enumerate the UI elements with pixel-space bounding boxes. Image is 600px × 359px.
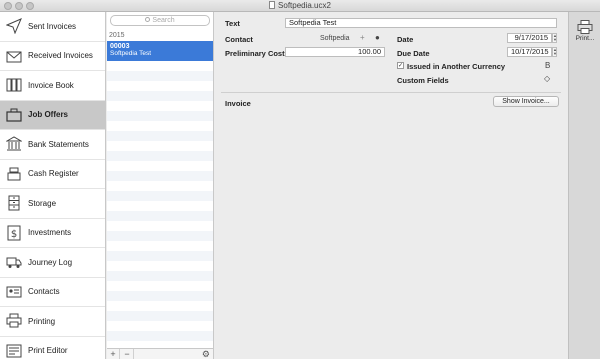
sidebar: Sent Invoices Received Invoices Invoice … [0, 12, 106, 359]
show-invoice-button[interactable]: Show Invoice... [493, 96, 559, 107]
date-label: Date [397, 35, 414, 44]
sidebar-item-job-offers[interactable]: Job Offers [0, 100, 105, 130]
list-item [107, 121, 213, 131]
cabinet-icon [6, 195, 22, 211]
list-footer: + − ⚙ [107, 348, 213, 359]
print-button[interactable]: Print... [571, 20, 599, 42]
selected-list-item[interactable]: 00003 Softpedia Test [107, 41, 213, 61]
date-field[interactable]: 9/17/2015 [507, 33, 552, 43]
issued-currency-checkbox[interactable]: ✓ [397, 62, 404, 69]
dollar-icon: $ [6, 225, 22, 241]
printer-icon [6, 313, 22, 329]
title-bar: Softpedia.ucx2 [0, 0, 600, 12]
sidebar-item-received-invoices[interactable]: Received Invoices [0, 42, 105, 71]
list-item [107, 111, 213, 121]
sidebar-item-investments[interactable]: $ Investments [0, 219, 105, 248]
list-item [107, 151, 213, 161]
custom-fields-label: Custom Fields [397, 76, 449, 85]
bank-icon [6, 136, 22, 152]
list-item [107, 71, 213, 81]
list-item [107, 221, 213, 231]
sidebar-item-cash-register[interactable]: Cash Register [0, 160, 105, 189]
list-item [107, 251, 213, 261]
due-date-field[interactable]: 10/17/2015 [507, 47, 552, 57]
due-date-label: Due Date [397, 49, 430, 58]
add-button[interactable]: + [107, 349, 120, 359]
sidebar-item-contacts[interactable]: Contacts [0, 278, 105, 307]
gear-icon[interactable]: ⚙ [202, 349, 210, 359]
sidebar-item-bank-statements[interactable]: Bank Statements [0, 130, 105, 160]
remove-button[interactable]: − [121, 349, 134, 359]
add-contact-icon[interactable]: + [360, 33, 365, 42]
list-item [107, 191, 213, 201]
list-item [107, 81, 213, 91]
sidebar-item-invoice-book[interactable]: Invoice Book [0, 71, 105, 101]
sidebar-item-printing[interactable]: Printing [0, 307, 105, 337]
offer-number: 00003 [110, 43, 130, 50]
sidebar-item-journey-log[interactable]: Journey Log [0, 248, 105, 278]
list-item [107, 271, 213, 281]
book-icon [6, 77, 22, 93]
cash-register-icon [6, 166, 22, 182]
list-item [107, 101, 213, 111]
printer-icon [571, 20, 599, 34]
issued-currency-label: Issued in Another Currency [407, 62, 506, 71]
sidebar-item-storage[interactable]: Storage [0, 189, 105, 219]
list-item [107, 161, 213, 171]
list-item [107, 321, 213, 331]
sidebar-item-sent-invoices[interactable]: Sent Invoices [0, 12, 105, 42]
list-item [107, 131, 213, 141]
search-input[interactable]: Search [110, 15, 210, 26]
list-item [107, 181, 213, 191]
list-item [107, 261, 213, 271]
svg-text:$: $ [11, 229, 17, 240]
print-editor-icon [6, 343, 22, 359]
list-item [107, 61, 213, 71]
contact-value: Softpedia [320, 35, 350, 42]
invoice-label: Invoice [225, 99, 251, 108]
envelope-icon [6, 48, 22, 64]
contact-label: Contact [225, 35, 253, 44]
window-title: Softpedia.ucx2 [0, 1, 600, 10]
list-item [107, 141, 213, 151]
tag-icon[interactable]: ◇ [544, 74, 550, 83]
document-icon [269, 1, 276, 9]
currency-icon[interactable]: B [545, 61, 550, 70]
sidebar-item-print-editor[interactable]: Print Editor [0, 337, 105, 359]
briefcase-icon [6, 107, 22, 123]
year-group-header: 2015 [109, 32, 125, 39]
person-icon[interactable]: ● [375, 33, 380, 42]
text-field[interactable]: Softpedia Test [285, 18, 557, 28]
list-item [107, 301, 213, 311]
contact-card-icon [6, 284, 22, 300]
truck-icon [6, 254, 22, 270]
section-divider [221, 92, 561, 93]
list-item [107, 281, 213, 291]
preliminary-cost-label: Preliminary Cost [225, 49, 285, 58]
list-item [107, 201, 213, 211]
preliminary-cost-field[interactable]: 100.00 [285, 47, 385, 57]
list-item [107, 231, 213, 241]
offer-list: Search 2015 00003 Softpedia Test + − ⚙ [107, 12, 214, 359]
list-item [107, 311, 213, 321]
right-toolbar: Print... [568, 12, 600, 359]
list-rows [107, 41, 213, 341]
list-item [107, 171, 213, 181]
text-label: Text [225, 19, 240, 28]
list-item [107, 211, 213, 221]
send-icon [6, 18, 22, 35]
detail-pane: Text Softpedia Test Contact Softpedia + … [215, 12, 567, 359]
list-item [107, 241, 213, 251]
list-item [107, 331, 213, 341]
list-item [107, 291, 213, 301]
due-date-stepper[interactable]: ▲ ▼ [552, 47, 557, 57]
list-item [107, 91, 213, 101]
search-icon [145, 17, 151, 22]
date-stepper[interactable]: ▲ ▼ [552, 33, 557, 43]
offer-customer: Softpedia Test [110, 50, 152, 57]
